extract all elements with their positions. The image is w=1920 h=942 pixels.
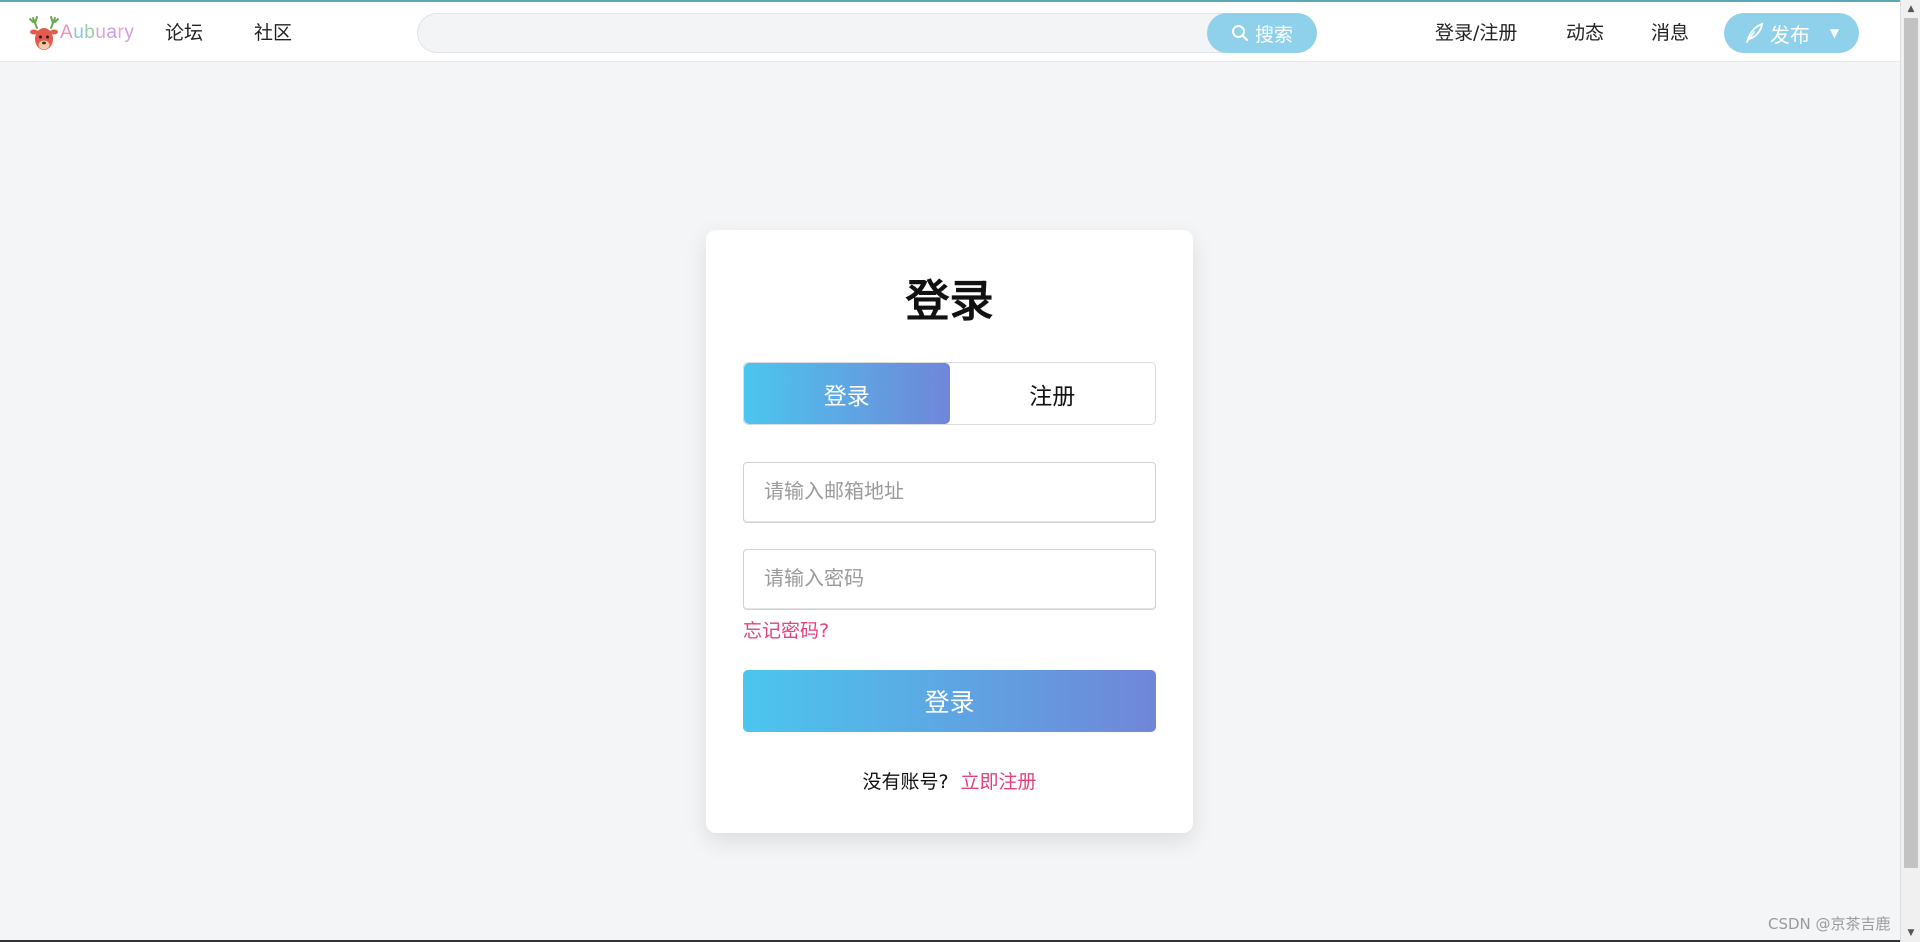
search-button-label: 搜索	[1254, 24, 1293, 46]
search-input[interactable]	[417, 13, 1227, 53]
search-icon	[1231, 25, 1248, 41]
nav-link-login-register[interactable]: 登录/注册	[1435, 20, 1517, 46]
auth-tab-switch: 登录 注册	[743, 362, 1156, 425]
login-submit-button[interactable]: 登录	[743, 670, 1156, 732]
feather-icon	[1745, 22, 1763, 43]
no-account-text: 没有账号?	[862, 771, 949, 793]
publish-button[interactable]: 发布 ▼	[1724, 13, 1859, 53]
search-button[interactable]: 搜索	[1207, 13, 1317, 53]
scrollbar-thumb[interactable]	[1904, 18, 1918, 868]
login-title: 登录	[905, 276, 994, 327]
login-card: 登录 登录 注册 忘记密码? 登录 没有账号? 立即注册	[706, 230, 1193, 833]
publish-label: 发布	[1769, 22, 1810, 47]
logo-text: Aubuary	[60, 22, 135, 43]
password-field[interactable]	[743, 549, 1156, 610]
nav-link-community[interactable]: 社区	[254, 20, 292, 46]
register-now-link[interactable]: 立即注册	[961, 771, 1037, 793]
nav-link-messages[interactable]: 消息	[1651, 20, 1689, 46]
scroll-up-arrow-icon[interactable]: ▲	[1905, 2, 1917, 16]
nav-link-activity[interactable]: 动态	[1566, 20, 1604, 46]
deer-logo-icon	[29, 16, 59, 50]
tab-register[interactable]: 注册	[950, 363, 1156, 424]
site-logo[interactable]: Aubuary	[28, 12, 134, 54]
tab-login[interactable]: 登录	[744, 363, 950, 424]
email-field[interactable]	[743, 462, 1156, 523]
top-navbar: Aubuary 论坛 社区 搜索 登录/注册 动态 消息 发布 ▼	[0, 0, 1900, 62]
watermark: CSDN @京茶吉鹿	[1768, 915, 1891, 933]
register-prompt: 没有账号? 立即注册	[706, 769, 1193, 795]
nav-link-forum[interactable]: 论坛	[165, 20, 203, 46]
vertical-scrollbar[interactable]: ▲ ▼	[1900, 0, 1920, 942]
search-bar: 搜索	[417, 13, 1317, 53]
scroll-down-arrow-icon[interactable]: ▼	[1905, 926, 1917, 940]
caret-down-icon: ▼	[1829, 26, 1840, 40]
forgot-password-link[interactable]: 忘记密码?	[743, 618, 829, 644]
